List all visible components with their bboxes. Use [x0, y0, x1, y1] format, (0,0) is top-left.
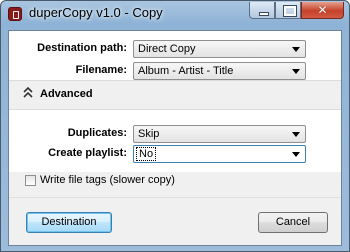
filename-label: Filename: — [75, 64, 127, 76]
cancel-button[interactable]: Cancel — [258, 212, 328, 233]
chevron-down-icon — [292, 152, 300, 157]
minimize-button[interactable] — [249, 2, 275, 19]
close-button[interactable]: ✕ — [301, 2, 344, 19]
filename-value: Album - Artist - Title — [138, 65, 234, 77]
chevron-down-icon — [292, 47, 300, 52]
double-chevron-up-icon — [23, 86, 35, 101]
create-playlist-label: Create playlist: — [48, 147, 127, 159]
advanced-label: Advanced — [40, 88, 93, 100]
app-icon[interactable] — [8, 7, 22, 21]
destination-path-value: Direct Copy — [138, 43, 196, 55]
create-playlist-value: No — [135, 147, 157, 161]
duplicates-select[interactable]: Skip — [133, 125, 306, 143]
window-title: duperCopy v1.0 - Copy — [29, 5, 163, 20]
chevron-down-icon — [292, 69, 300, 74]
dialog-body: Destination path: Direct Copy Filename: … — [8, 30, 342, 246]
destination-path-select[interactable]: Direct Copy — [133, 40, 306, 58]
write-tags-checkbox[interactable] — [25, 175, 36, 186]
destination-path-label: Destination path: — [37, 42, 127, 54]
close-icon: ✕ — [317, 3, 328, 17]
advanced-toggle[interactable]: Advanced — [9, 80, 341, 110]
app-window: duperCopy v1.0 - Copy ✕ Destination path… — [0, 0, 350, 252]
chevron-down-icon — [292, 132, 300, 137]
filename-select[interactable]: Album - Artist - Title — [133, 62, 306, 80]
write-tags-label: Write file tags (slower copy) — [40, 174, 175, 186]
destination-button[interactable]: Destination — [26, 212, 112, 233]
duplicates-label: Duplicates: — [67, 127, 127, 139]
duplicates-value: Skip — [138, 128, 160, 140]
create-playlist-select[interactable]: No — [133, 145, 306, 163]
maximize-button[interactable] — [275, 2, 301, 19]
caption-buttons: ✕ — [249, 2, 344, 20]
footer-divider — [9, 197, 341, 198]
title-bar[interactable]: duperCopy v1.0 - Copy ✕ — [1, 1, 349, 27]
